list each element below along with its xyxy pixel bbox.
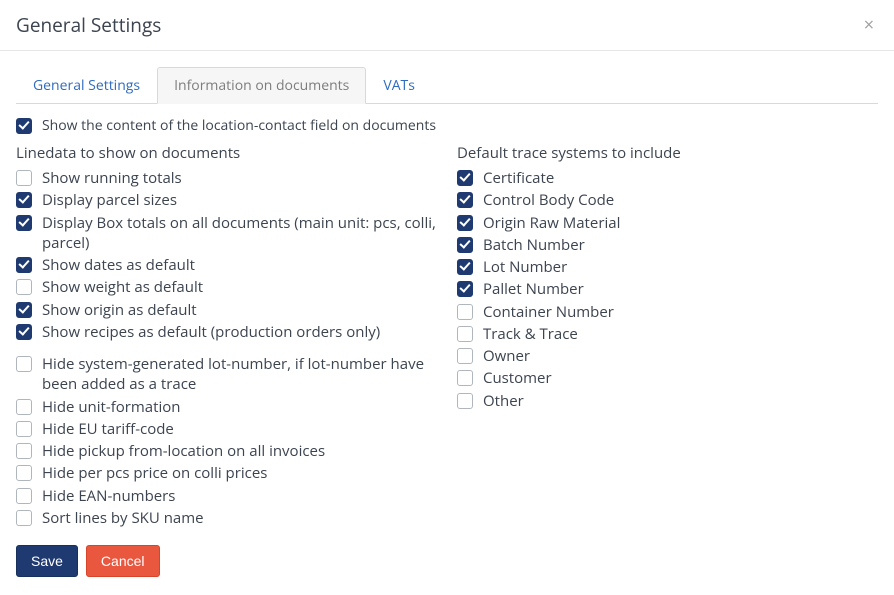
label-hide-unit-formation: Hide unit-formation (42, 397, 180, 417)
label-container-number: Container Number (483, 302, 614, 322)
checkbox-certificate[interactable] (457, 170, 473, 186)
checkbox-show-recipes-as-default-production-order[interactable] (16, 324, 32, 340)
label-hide-eu-tariff-code: Hide EU tariff-code (42, 419, 174, 439)
footer: Save Cancel (16, 545, 878, 577)
checkbox-container-number[interactable] (457, 304, 473, 320)
tab-bar: General SettingsInformation on documents… (16, 67, 878, 104)
label-batch-number: Batch Number (483, 235, 585, 255)
tab-info[interactable]: Information on documents (157, 67, 366, 104)
label-show-location-contact: Show the content of the location-contact… (42, 116, 436, 135)
label-hide-per-pcs-price-on-colli-prices: Hide per pcs price on colli prices (42, 463, 267, 483)
option-show-weight-as-default: Show weight as default (16, 276, 437, 298)
option-show-location-contact: Show the content of the location-contact… (16, 116, 878, 135)
label-show-running-totals: Show running totals (42, 168, 182, 188)
right-option-list: CertificateControl Body Code Origin Raw M… (457, 167, 878, 412)
checkbox-hide-unit-formation[interactable] (16, 399, 32, 415)
option-hide-ean-numbers: Hide EAN-numbers (16, 485, 437, 507)
option-origin-raw-material: Origin Raw Material (457, 212, 878, 234)
option-display-box-totals-on-all-documents-main: Display Box totals on all documents (mai… (16, 212, 437, 255)
label-pallet-number: Pallet Number (483, 279, 584, 299)
option-hide-system-generated-lot-number-if-lot-: Hide system-generated lot-number, if lot… (16, 353, 437, 396)
checkbox-lot-number[interactable] (457, 259, 473, 275)
group-gap (16, 343, 437, 353)
save-button[interactable]: Save (16, 545, 78, 577)
columns: Linedata to show on documents Show runni… (16, 143, 878, 529)
modal-title: General Settings (16, 12, 161, 38)
label-control-body-code: Control Body Code (483, 190, 614, 210)
option-owner: Owner (457, 345, 878, 367)
label-owner: Owner (483, 346, 530, 366)
label-hide-ean-numbers: Hide EAN-numbers (42, 486, 175, 506)
option-hide-eu-tariff-code: Hide EU tariff-code (16, 418, 437, 440)
label-origin-raw-material: Origin Raw Material (483, 213, 620, 233)
checkbox-other[interactable] (457, 393, 473, 409)
label-certificate: Certificate (483, 168, 554, 188)
label-lot-number: Lot Number (483, 257, 567, 277)
checkbox-track-trace[interactable] (457, 326, 473, 342)
option-hide-pickup-from-location-on-all-invoice: Hide pickup from-location on all invoice… (16, 440, 437, 462)
checkbox-owner[interactable] (457, 348, 473, 364)
left-column: Linedata to show on documents Show runni… (16, 143, 437, 529)
label-hide-system-generated-lot-number-if-lot-: Hide system-generated lot-number, if lot… (42, 354, 437, 395)
checkbox-origin-raw-material[interactable] (457, 215, 473, 231)
option-customer: Customer (457, 367, 878, 389)
label-show-recipes-as-default-production-order: Show recipes as default (production orde… (42, 322, 380, 342)
tab-general[interactable]: General Settings (16, 67, 157, 104)
option-show-origin-as-default: Show origin as default (16, 299, 437, 321)
label-customer: Customer (483, 368, 552, 388)
settings-modal: General Settings × General SettingsInfor… (0, 0, 894, 595)
checkbox-show-running-totals[interactable] (16, 170, 32, 186)
right-column: Default trace systems to include Certifi… (457, 143, 878, 412)
option-track-trace: Track & Trace (457, 323, 878, 345)
checkbox-hide-system-generated-lot-number-if-lot-[interactable] (16, 356, 32, 372)
checkbox-control-body-code[interactable] (457, 192, 473, 208)
label-display-box-totals-on-all-documents-main: Display Box totals on all documents (mai… (42, 213, 437, 254)
option-show-running-totals: Show running totals (16, 167, 437, 189)
option-lot-number: Lot Number (457, 256, 878, 278)
option-hide-unit-formation: Hide unit-formation (16, 396, 437, 418)
option-hide-per-pcs-price-on-colli-prices: Hide per pcs price on colli prices (16, 462, 437, 484)
label-other: Other (483, 391, 524, 411)
checkbox-batch-number[interactable] (457, 237, 473, 253)
option-certificate: Certificate (457, 167, 878, 189)
option-container-number: Container Number (457, 301, 878, 323)
checkbox-display-parcel-sizes[interactable] (16, 192, 32, 208)
label-hide-pickup-from-location-on-all-invoice: Hide pickup from-location on all invoice… (42, 441, 325, 461)
modal-header: General Settings × (0, 0, 894, 51)
left-section-title: Linedata to show on documents (16, 143, 437, 163)
label-show-weight-as-default: Show weight as default (42, 277, 203, 297)
label-sort-lines-by-sku-name: Sort lines by SKU name (42, 508, 204, 528)
option-pallet-number: Pallet Number (457, 278, 878, 300)
cancel-button[interactable]: Cancel (86, 545, 160, 577)
option-display-parcel-sizes: Display parcel sizes (16, 189, 437, 211)
option-other: Other (457, 390, 878, 412)
checkbox-hide-per-pcs-price-on-colli-prices[interactable] (16, 465, 32, 481)
option-control-body-code: Control Body Code (457, 189, 878, 211)
tab-vats[interactable]: VATs (366, 67, 432, 104)
modal-body: General SettingsInformation on documents… (0, 51, 894, 595)
checkbox-show-weight-as-default[interactable] (16, 279, 32, 295)
label-show-origin-as-default: Show origin as default (42, 300, 197, 320)
label-display-parcel-sizes: Display parcel sizes (42, 190, 177, 210)
checkbox-show-dates-as-default[interactable] (16, 257, 32, 273)
label-show-dates-as-default: Show dates as default (42, 255, 195, 275)
close-icon[interactable]: × (860, 12, 878, 38)
option-show-recipes-as-default-production-order: Show recipes as default (production orde… (16, 321, 437, 343)
right-section-title: Default trace systems to include (457, 143, 878, 163)
label-track-trace: Track & Trace (483, 324, 578, 344)
left-option-list: Show running totalsDisplay parcel sizes D… (16, 167, 437, 529)
checkbox-sort-lines-by-sku-name[interactable] (16, 510, 32, 526)
checkbox-show-location-contact[interactable] (16, 118, 32, 134)
checkbox-pallet-number[interactable] (457, 281, 473, 297)
checkbox-customer[interactable] (457, 370, 473, 386)
option-batch-number: Batch Number (457, 234, 878, 256)
option-show-dates-as-default: Show dates as default (16, 254, 437, 276)
checkbox-display-box-totals-on-all-documents-main[interactable] (16, 215, 32, 231)
checkbox-hide-ean-numbers[interactable] (16, 488, 32, 504)
checkbox-hide-eu-tariff-code[interactable] (16, 421, 32, 437)
checkbox-show-origin-as-default[interactable] (16, 302, 32, 318)
checkbox-hide-pickup-from-location-on-all-invoice[interactable] (16, 443, 32, 459)
option-sort-lines-by-sku-name: Sort lines by SKU name (16, 507, 437, 529)
